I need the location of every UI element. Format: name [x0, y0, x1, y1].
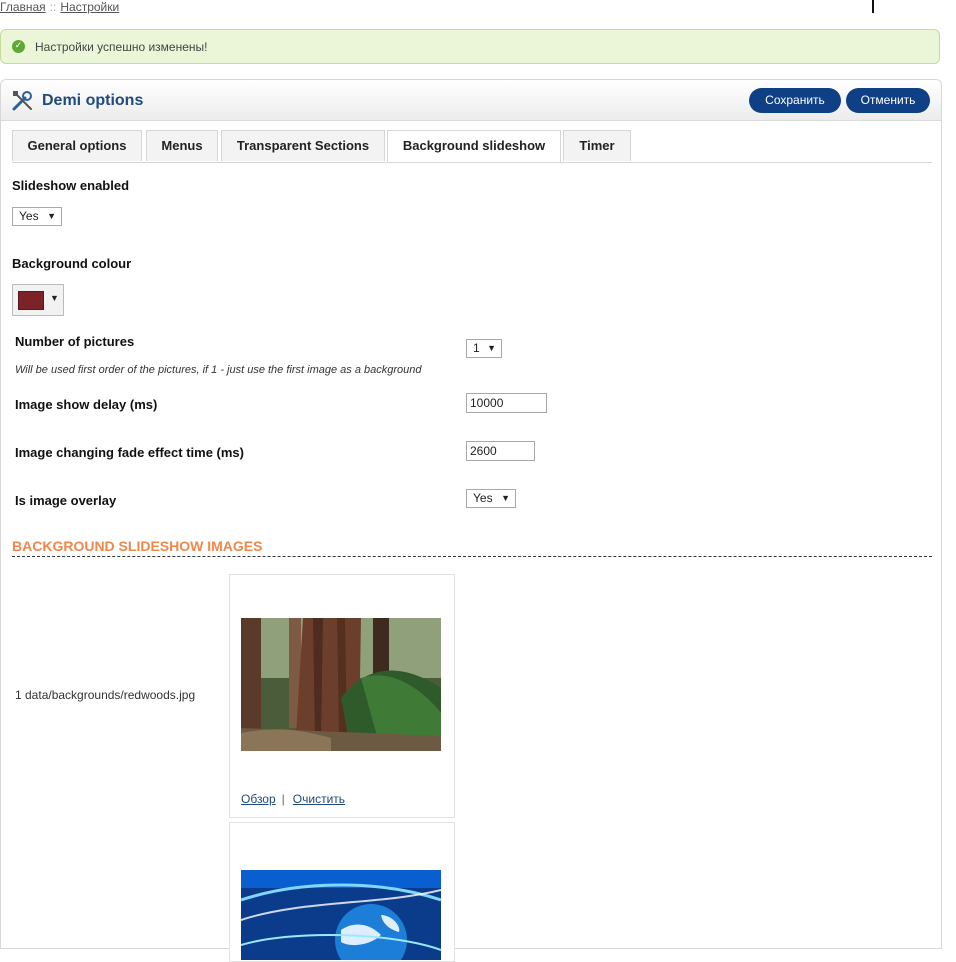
tab-bar: General options Menus Transparent Sectio…: [12, 130, 932, 163]
check-circle-icon: ✓: [12, 40, 25, 53]
fade-time-label: Image changing fade effect time (ms): [15, 445, 244, 460]
image-overlay-value: Yes: [473, 491, 493, 505]
cancel-button[interactable]: Отменить: [846, 88, 930, 113]
page-title: Demi options: [42, 92, 144, 109]
tools-icon: [11, 89, 35, 113]
image-card: [229, 822, 455, 962]
breadcrumb-current-link[interactable]: Настройки: [60, 0, 119, 14]
chevron-down-icon: ▼: [50, 293, 59, 303]
tab-transparent-sections[interactable]: Transparent Sections: [221, 130, 385, 161]
image-overlay-select[interactable]: Yes ▼: [466, 489, 516, 508]
slideshow-enabled-select[interactable]: Yes ▼: [12, 207, 62, 226]
image-path: 1 data/backgrounds/redwoods.jpg: [15, 688, 196, 702]
breadcrumb: Главная:: Настройки: [0, 0, 119, 14]
section-title: BACKGROUND SLIDESHOW IMAGES: [12, 538, 263, 554]
redwoods-image: [241, 618, 441, 751]
tab-timer[interactable]: Timer: [563, 130, 631, 161]
breadcrumb-separator: ::: [49, 0, 57, 14]
tab-general-options[interactable]: General options: [12, 130, 142, 161]
image-overlay-label: Is image overlay: [15, 493, 117, 508]
number-of-pictures-value: 1: [473, 341, 480, 355]
text-cursor: [872, 0, 874, 13]
number-of-pictures-label: Number of pictures: [15, 334, 135, 349]
section-divider: [12, 556, 932, 557]
tab-menus[interactable]: Menus: [146, 130, 218, 161]
link-separator: |: [281, 792, 285, 806]
image-show-delay-label: Image show delay (ms): [15, 397, 158, 412]
slideshow-enabled-label: Slideshow enabled: [12, 178, 130, 193]
number-of-pictures-select[interactable]: 1 ▼: [466, 339, 502, 358]
globe-image: [241, 870, 441, 960]
chevron-down-icon: ▼: [487, 343, 496, 353]
image-actions: Обзор | Очистить: [241, 792, 345, 806]
clear-link[interactable]: Очистить: [293, 792, 345, 806]
tab-background-slideshow[interactable]: Background slideshow: [387, 130, 561, 162]
chevron-down-icon: ▼: [501, 493, 510, 503]
image-show-delay-input[interactable]: 10000: [466, 393, 547, 413]
options-panel: Demi options Сохранить Отменить General …: [0, 79, 942, 962]
success-alert: ✓ Настройки успешно изменены!: [0, 29, 940, 64]
chevron-down-icon: ▼: [47, 211, 56, 221]
save-button[interactable]: Сохранить: [749, 88, 841, 113]
image-card: Обзор | Очистить: [229, 574, 455, 818]
color-swatch: [18, 291, 44, 310]
background-colour-label: Background colour: [12, 256, 132, 271]
fade-time-input[interactable]: 2600: [466, 441, 535, 461]
background-colour-picker[interactable]: ▼: [12, 284, 64, 316]
breadcrumb-home-link[interactable]: Главная: [0, 0, 46, 14]
slideshow-enabled-value: Yes: [19, 209, 39, 223]
alert-message: Настройки успешно изменены!: [35, 40, 208, 54]
browse-link[interactable]: Обзор: [241, 792, 276, 806]
panel-header: Demi options Сохранить Отменить: [1, 80, 941, 121]
number-of-pictures-hint: Will be used first order of the pictures…: [15, 364, 422, 376]
